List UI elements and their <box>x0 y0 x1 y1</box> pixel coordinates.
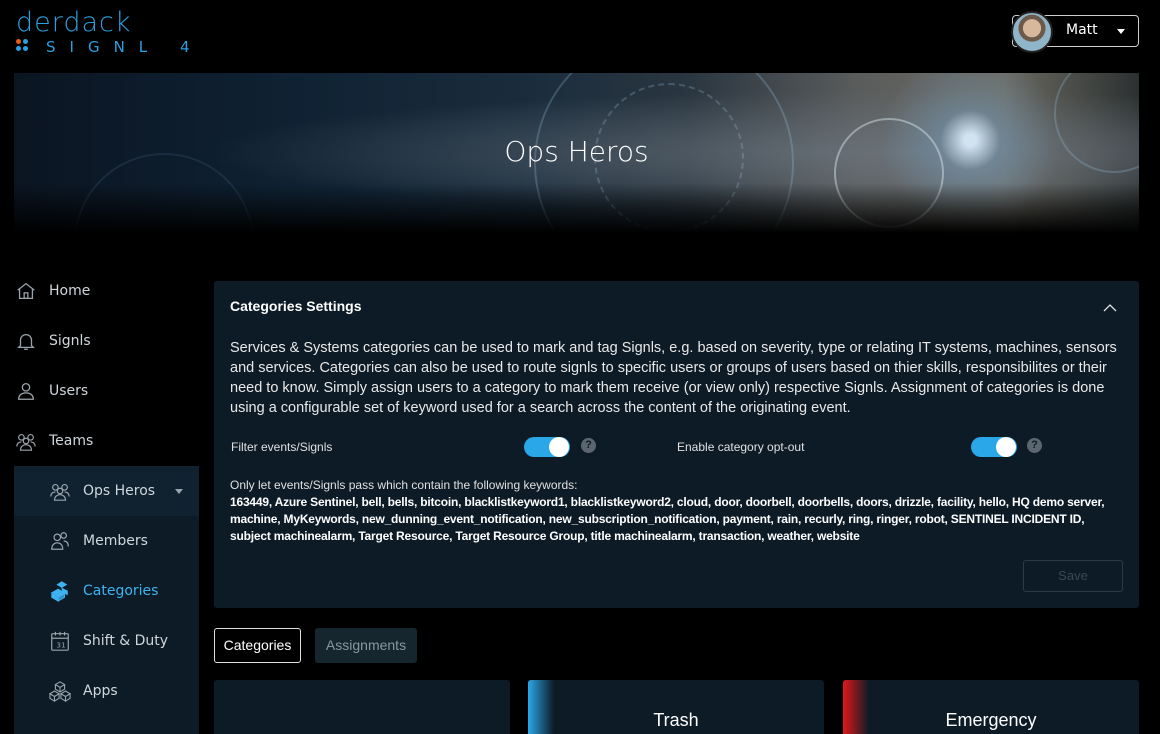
tab-assignments[interactable]: Assignments <box>315 628 417 663</box>
svg-text:31: 31 <box>56 640 65 649</box>
team-banner: Ops Heros <box>14 73 1139 233</box>
teams-icon <box>14 429 38 453</box>
logo-product-name: SIGNL <box>46 38 162 56</box>
sidebar-item-apps[interactable]: Apps <box>48 671 198 711</box>
logo-product: SIGNL 4 <box>46 38 203 56</box>
sidebar-item-label: Signls <box>49 333 91 349</box>
categories-icon <box>48 579 72 603</box>
sidebar-item-signls[interactable]: Signls <box>14 321 199 361</box>
bell-icon <box>14 329 38 353</box>
category-card-trash[interactable]: Trash <box>528 680 824 734</box>
help-icon[interactable]: ? <box>1027 438 1042 453</box>
home-icon <box>14 279 38 303</box>
banner-title: Ops Heros <box>504 135 649 168</box>
user-menu-button[interactable]: Matt <box>1011 11 1139 53</box>
keywords-list: 163449, Azure Sentinel, bell, bells, bit… <box>230 495 1105 543</box>
calendar-icon: 31 <box>48 629 72 653</box>
sidebar-item-categories[interactable]: Categories <box>48 571 198 611</box>
sidebar-item-label: Users <box>49 383 89 399</box>
sidebar-item-label: Apps <box>83 683 118 699</box>
sidebar-item-shift-duty[interactable]: 31 Shift & Duty <box>48 621 198 661</box>
logo-wordmark-graphic: derdack <box>16 7 132 38</box>
derdack-logo[interactable]: derdack SIGNL 4 <box>16 7 206 56</box>
sidebar-item-label: Categories <box>83 583 159 599</box>
category-card-title: Trash <box>653 710 699 730</box>
sidebar-item-label: Members <box>83 533 148 549</box>
user-name: Matt <box>1066 22 1098 38</box>
category-optout-label: Enable category opt-out <box>677 440 805 454</box>
panel-title: Categories Settings <box>230 298 362 314</box>
avatar <box>1011 11 1053 53</box>
user-icon <box>14 379 38 403</box>
logo-version: 4 <box>179 38 204 56</box>
svg-text:derdack: derdack <box>16 9 132 35</box>
sidebar-item-home[interactable]: Home <box>14 271 199 311</box>
tab-categories[interactable]: Categories <box>214 628 301 663</box>
panel-description: Services & Systems categories can be use… <box>230 340 1117 416</box>
chevron-down-icon[interactable] <box>175 489 183 494</box>
sidebar-item-label: Home <box>49 283 91 299</box>
logo-dots-icon <box>16 39 36 55</box>
sidebar-item-teams[interactable]: Teams <box>14 421 199 461</box>
category-optout-toggle[interactable] <box>971 437 1017 457</box>
filter-events-label: Filter events/Signls <box>231 440 333 454</box>
categories-settings-panel: Categories Settings Services & Systems c… <box>214 281 1139 608</box>
sidebar-item-members[interactable]: Members <box>48 521 198 561</box>
category-card-emergency[interactable]: Emergency <box>843 680 1139 734</box>
team-icon <box>48 479 72 503</box>
sidebar-item-users[interactable]: Users <box>14 371 199 411</box>
chevron-down-icon <box>1117 29 1125 34</box>
sidebar-item-label: Ops Heros <box>83 483 156 499</box>
keywords-label: Only let events/Signls pass which contai… <box>230 478 578 492</box>
help-icon[interactable]: ? <box>581 438 596 453</box>
sidebar-item-label: Teams <box>49 433 94 449</box>
save-button[interactable]: Save <box>1023 560 1123 592</box>
apps-icon <box>48 679 72 703</box>
sidebar-item-label: Shift & Duty <box>83 633 169 649</box>
chevron-up-icon[interactable] <box>1103 301 1117 315</box>
category-card-title: Emergency <box>945 710 1037 730</box>
category-card[interactable] <box>214 680 510 734</box>
filter-events-toggle[interactable] <box>524 437 570 457</box>
members-icon <box>48 529 72 553</box>
